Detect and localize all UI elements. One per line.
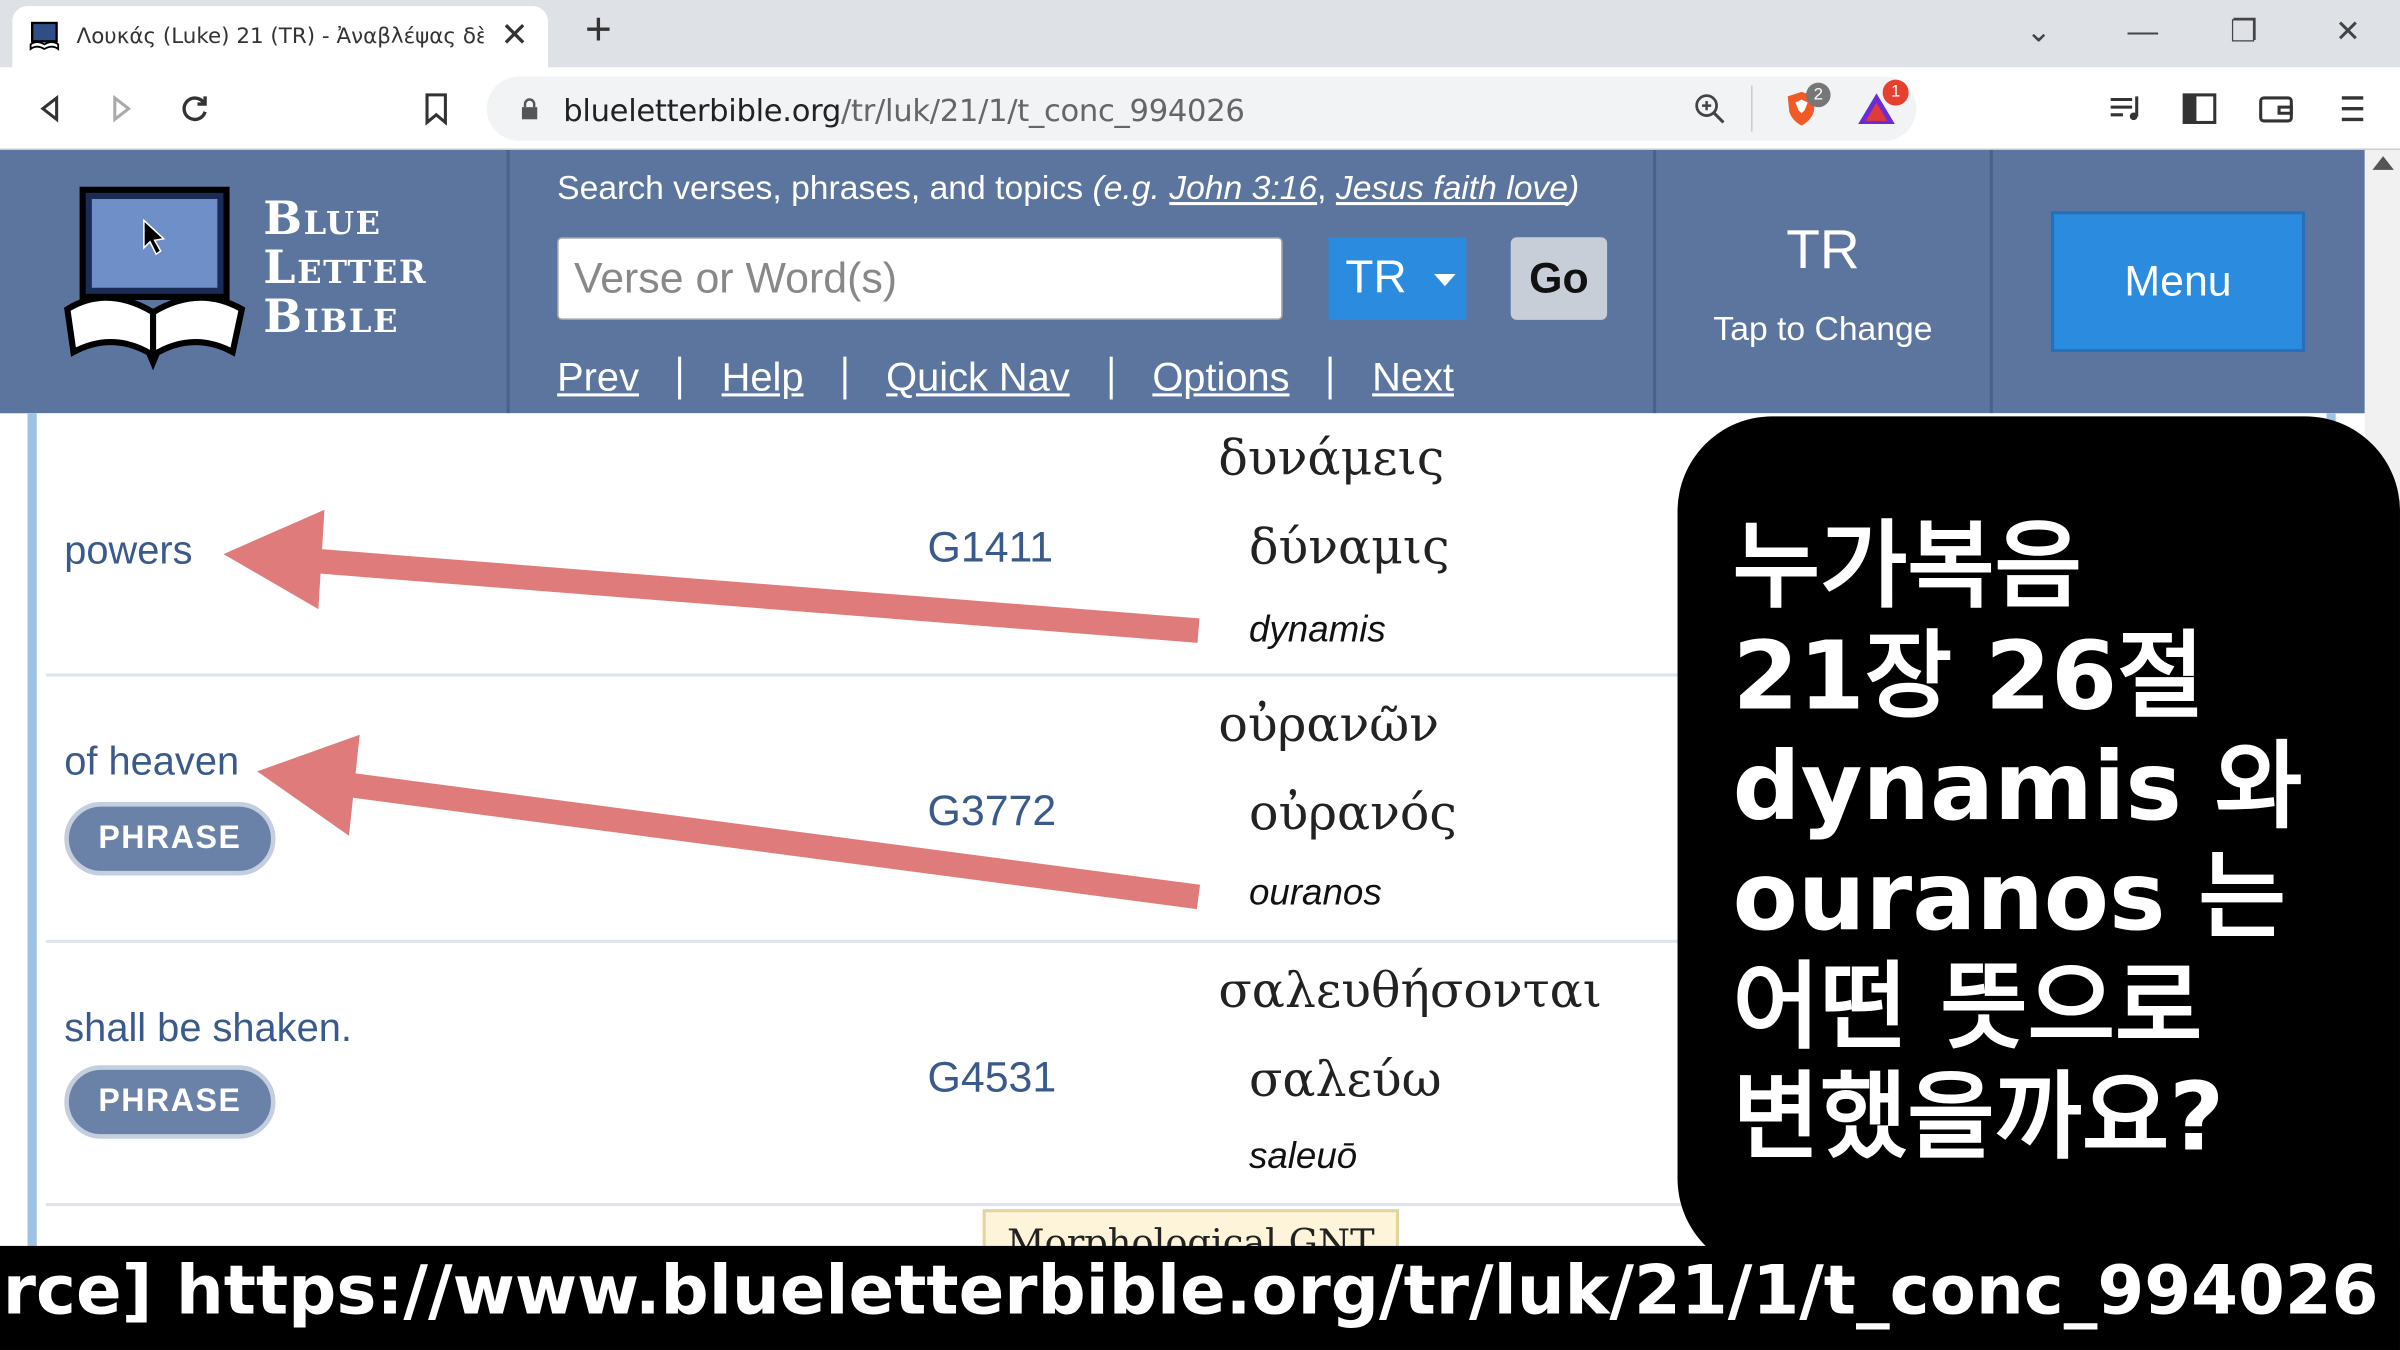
version-select[interactable]: TR [1328, 237, 1467, 320]
restore-icon[interactable]: ❐ [2213, 9, 2274, 55]
media-queue-icon[interactable] [2100, 83, 2152, 135]
next-link[interactable]: Next [1372, 354, 1454, 401]
tab-title: Λουκάς (Luke) 21 (TR) - Ἀναβλέψας δὲ [76, 24, 485, 49]
options-link[interactable]: Options [1152, 354, 1289, 401]
source-caption: [Source] https://www.blueletterbible.org… [0, 1252, 2379, 1331]
search-example-jesus[interactable]: Jesus faith love [1336, 168, 1568, 206]
transliteration: ouranos [1248, 872, 1382, 914]
tap-to-change: Tap to Change [1713, 309, 1933, 348]
strongs-number[interactable]: G3772 [928, 787, 1057, 836]
blb-wordmark: Blue Letter Bible [263, 192, 428, 345]
address-bar[interactable]: blueletterbible.org/tr/luk/21/1/t_conc_9… [486, 76, 1917, 141]
phrase-button[interactable]: PHRASE [64, 802, 276, 876]
blb-header: Blue Letter Bible Search verses, phrases… [0, 149, 2365, 414]
sidebar-icon[interactable] [2173, 83, 2225, 135]
logo-line-2: Letter [263, 241, 428, 296]
menu-button[interactable]: Menu [2051, 211, 2306, 353]
prev-link[interactable]: Prev [557, 354, 639, 401]
tab-close-icon[interactable]: ✕ [497, 18, 533, 55]
wallet-icon[interactable] [2250, 83, 2302, 135]
source-bar: [Source] https://www.blueletterbible.org… [0, 1245, 2400, 1350]
version-change-area[interactable]: TR Tap to Change [1653, 149, 1993, 414]
scroll-up-icon[interactable] [2372, 156, 2394, 170]
table-row: of heaven PHRASE G3772 οὐρανῶν οὐρανός o… [45, 677, 1730, 943]
search-hint-eg: (e.g. [1092, 168, 1160, 207]
nav-separator [1329, 355, 1333, 399]
transliteration: saleuō [1248, 1135, 1358, 1178]
greek-lemma: δύναμις [1248, 517, 1450, 576]
version-label: TR [1345, 252, 1407, 304]
nav-separator [678, 355, 682, 399]
strongs-number[interactable]: G4531 [928, 1053, 1057, 1102]
english-word[interactable]: shall be shaken. [64, 1004, 352, 1051]
header-nav: Prev Help Quick Nav Options Next [557, 354, 1454, 401]
blb-favicon-icon [28, 20, 62, 54]
url-path: /tr/luk/21/1/t_conc_994026 [841, 91, 1245, 129]
close-window-icon[interactable]: ✕ [2317, 9, 2378, 55]
forward-icon[interactable] [95, 83, 147, 135]
greek-word: σαλευθήσονται [1218, 961, 1602, 1020]
bookmark-icon[interactable] [410, 83, 462, 135]
callout-box: 누가복음 21장 26절 dynamis 와 ouranos 는 어떤 뜻으로 … [1677, 416, 2400, 1274]
toolbar: blueletterbible.org/tr/luk/21/1/t_conc_9… [0, 67, 2400, 150]
nav-separator [843, 355, 847, 399]
search-example-john[interactable]: John 3:16 [1169, 168, 1317, 206]
go-button[interactable]: Go [1510, 237, 1608, 320]
help-link[interactable]: Help [722, 354, 804, 401]
rewards-badge: 1 [1882, 79, 1909, 106]
nav-separator [1109, 355, 1113, 399]
brave-shield-badge: 2 [1806, 82, 1831, 108]
strongs-number[interactable]: G1411 [928, 523, 1054, 572]
dropdown-caret-icon [1434, 274, 1457, 287]
blb-logo[interactable]: Blue Letter Bible [0, 149, 510, 414]
table-row: powers G1411 δυνάμεις δύναμις dynamis [45, 413, 1730, 677]
english-word[interactable]: powers [64, 527, 192, 574]
callout-text: 누가복음 21장 26절 dynamis 와 ouranos 는 어떤 뜻으로 … [1732, 509, 2303, 1173]
quick-nav-link[interactable]: Quick Nav [886, 354, 1070, 401]
tab-strip: Λουκάς (Luke) 21 (TR) - Ἀναβλέψας δὲ ✕ +… [0, 0, 2400, 68]
zoom-icon[interactable] [1693, 92, 1727, 133]
search-input[interactable]: Verse or Word(s) [557, 237, 1283, 320]
greek-word: οὐρανῶν [1218, 694, 1439, 754]
search-hint-comma: , [1317, 168, 1327, 207]
browser-tab[interactable]: Λουκάς (Luke) 21 (TR) - Ἀναβλέψας δὲ ✕ [12, 6, 548, 68]
minimize-icon[interactable]: — [2112, 9, 2173, 55]
table-row: shall be shaken. PHRASE G4531 σαλευθήσον… [45, 943, 1730, 1207]
version-current: TR [1786, 217, 1860, 281]
greek-lemma: οὐρανός [1248, 783, 1457, 842]
logo-line-3: Bible [263, 290, 400, 345]
logo-line-1: Blue [263, 192, 382, 247]
new-tab-icon[interactable]: + [576, 7, 622, 55]
english-word[interactable]: of heaven [64, 738, 239, 785]
greek-word: δυνάμεις [1218, 428, 1445, 487]
search-hint-text: Search verses, phrases, and topics [557, 168, 1084, 207]
search-hint: Search verses, phrases, and topics (e.g.… [557, 168, 1579, 208]
screenshot-frame: Λουκάς (Luke) 21 (TR) - Ἀναβλέψας δὲ ✕ +… [0, 0, 2400, 1350]
transliteration: dynamis [1248, 609, 1386, 651]
back-icon[interactable] [24, 83, 76, 135]
phrase-button[interactable]: PHRASE [64, 1065, 276, 1139]
url-text: blueletterbible.org/tr/luk/21/1/t_conc_9… [563, 91, 1245, 129]
omnibox-divider [1751, 85, 1753, 132]
tab-search-chevron-icon[interactable]: ⌄ [2008, 9, 2069, 55]
browser-menu-icon[interactable] [2327, 83, 2379, 135]
search-hint-close: ) [1568, 168, 1580, 207]
greek-lemma: σαλεύω [1248, 1049, 1442, 1109]
reload-icon[interactable] [168, 83, 220, 135]
lock-icon [521, 98, 538, 120]
blb-book-logo-icon [64, 186, 246, 371]
url-host: blueletterbible.org [563, 91, 842, 129]
